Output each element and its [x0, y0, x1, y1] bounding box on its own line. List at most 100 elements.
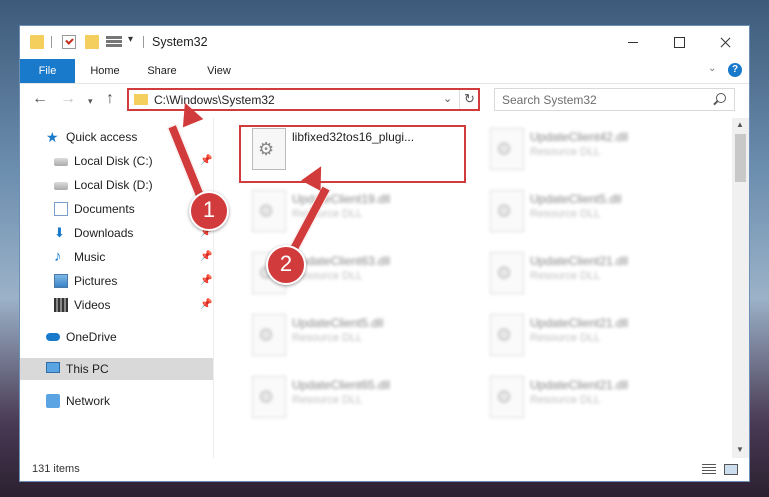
pin-icon[interactable]: 📌: [200, 270, 212, 292]
file-item[interactable]: UpdateClient21.dll Resource DLL: [482, 248, 710, 306]
sidebar-item-label: Videos: [74, 298, 111, 312]
file-type: Resource DLL: [292, 208, 363, 220]
separator: [143, 36, 144, 48]
file-type: Resource DLL: [530, 270, 601, 282]
new-folder-icon[interactable]: [85, 35, 99, 49]
file-type: Resource DLL: [530, 146, 601, 158]
file-name: UpdateClient42.dll: [530, 130, 629, 144]
pin-icon[interactable]: 📌: [200, 246, 212, 268]
sidebar-item-label: Documents: [74, 202, 135, 216]
separator: [51, 36, 52, 48]
quick-access-dropdown-icon[interactable]: ▾: [128, 34, 133, 45]
tab-home[interactable]: Home: [82, 59, 128, 83]
step-1-badge: 1: [189, 191, 229, 231]
sidebar-item-label: Network: [66, 394, 111, 408]
onedrive-icon: [46, 333, 60, 341]
file-type: Resource DLL: [530, 332, 601, 344]
forward-arrow-icon[interactable]: →: [60, 90, 76, 108]
step-2-badge: 2: [266, 245, 306, 285]
sidebar-item-label: Local Disk (D:): [74, 178, 153, 192]
file-type: Resource DLL: [530, 208, 601, 220]
scrollbar-thumb[interactable]: [735, 134, 746, 182]
customize-icon[interactable]: [106, 35, 122, 49]
sidebar-item-pictures[interactable]: Pictures 📌: [54, 270, 214, 292]
refresh-icon[interactable]: ↻: [464, 91, 475, 107]
file-name: UpdateClient5.dll: [530, 192, 622, 206]
dll-file-icon: [490, 190, 524, 232]
minimize-button[interactable]: [610, 26, 656, 59]
sidebar-item-label: Downloads: [74, 226, 134, 240]
sidebar-item-music[interactable]: Music 📌: [54, 246, 214, 268]
divider: [213, 118, 214, 458]
file-type: Resource DLL: [292, 394, 363, 406]
download-icon: [54, 222, 68, 244]
tab-file[interactable]: File: [20, 59, 75, 83]
dll-file-icon: [490, 252, 524, 294]
back-arrow-icon[interactable]: ←: [32, 90, 48, 108]
dll-file-icon: [490, 314, 524, 356]
music-icon: [54, 246, 68, 268]
pc-icon: [46, 362, 60, 373]
file-type: Resource DLL: [530, 394, 601, 406]
maximize-button[interactable]: [656, 26, 702, 59]
file-item[interactable]: UpdateClient19.dll Resource DLL: [244, 186, 472, 244]
large-icons-view-icon[interactable]: [724, 464, 738, 475]
sidebar-item-label: This PC: [66, 362, 109, 376]
close-button[interactable]: [702, 26, 748, 59]
sidebar-item-network[interactable]: Network: [46, 390, 206, 412]
pin-icon[interactable]: 📌: [200, 294, 212, 316]
folder-icon: [134, 94, 148, 105]
file-type: Resource DLL: [292, 332, 363, 344]
star-icon: [46, 126, 60, 148]
up-arrow-icon[interactable]: ↑: [106, 90, 114, 108]
file-name: UpdateClient63.dll: [292, 254, 391, 268]
status-bar: 131 items: [20, 458, 749, 481]
file-name: UpdateClient19.dll: [292, 192, 391, 206]
chevron-down-icon[interactable]: ⌄: [443, 92, 452, 105]
help-icon[interactable]: ?: [728, 63, 742, 77]
item-count: 131 items: [32, 463, 80, 475]
dll-file-icon: [252, 190, 286, 232]
network-icon: [46, 394, 60, 408]
file-item[interactable]: UpdateClient65.dll Resource DLL: [244, 372, 472, 430]
window-title: System32: [152, 35, 208, 49]
recent-locations-icon[interactable]: ▾: [88, 96, 93, 107]
search-placeholder: Search System32: [502, 93, 597, 107]
file-item[interactable]: UpdateClient5.dll Resource DLL: [482, 186, 710, 244]
scroll-down-icon[interactable]: ▼: [736, 445, 744, 454]
sidebar-item-label: Music: [74, 250, 106, 264]
sidebar-item-label: Pictures: [74, 274, 118, 288]
properties-check-icon[interactable]: [62, 35, 76, 49]
file-name: UpdateClient21.dll: [530, 378, 629, 392]
dll-file-icon: [490, 128, 524, 170]
ribbon-tabs: File Home Share View ⌄ ?: [20, 59, 749, 84]
drive-icon: [54, 182, 68, 190]
sidebar-item-this-pc[interactable]: This PC: [20, 358, 213, 380]
tab-share[interactable]: Share: [138, 59, 186, 83]
search-input[interactable]: Search System32: [494, 88, 735, 111]
file-name: UpdateClient21.dll: [530, 316, 629, 330]
details-view-icon[interactable]: [702, 464, 716, 475]
scroll-up-icon[interactable]: ▲: [736, 120, 744, 129]
sidebar-item-downloads[interactable]: Downloads 📌: [54, 222, 214, 244]
file-item[interactable]: UpdateClient42.dll Resource DLL: [482, 124, 710, 182]
sidebar-item-videos[interactable]: Videos 📌: [54, 294, 214, 316]
pin-icon[interactable]: 📌: [200, 150, 212, 172]
drive-icon: [54, 158, 68, 166]
title-bar: ▾ System32: [20, 26, 749, 59]
sidebar-item-label: Quick access: [66, 130, 138, 144]
file-item[interactable]: UpdateClient21.dll Resource DLL: [482, 372, 710, 430]
dll-file-icon: [490, 376, 524, 418]
separator: [459, 90, 460, 109]
sidebar-item-onedrive[interactable]: OneDrive: [46, 326, 206, 348]
tab-view[interactable]: View: [196, 59, 242, 83]
file-item[interactable]: UpdateClient21.dll Resource DLL: [482, 310, 710, 368]
file-name: UpdateClient21.dll: [530, 254, 629, 268]
file-item[interactable]: UpdateClient5.dll Resource DLL: [244, 310, 472, 368]
file-explorer-window: ▾ System32 File Home Share View ⌄ ? ← → …: [19, 25, 750, 482]
search-icon[interactable]: [716, 93, 726, 103]
vertical-scrollbar[interactable]: ▲ ▼: [732, 118, 749, 458]
expand-ribbon-icon[interactable]: ⌄: [708, 63, 716, 74]
address-path[interactable]: C:\Windows\System32: [154, 93, 275, 107]
folder-icon[interactable]: [30, 35, 44, 49]
